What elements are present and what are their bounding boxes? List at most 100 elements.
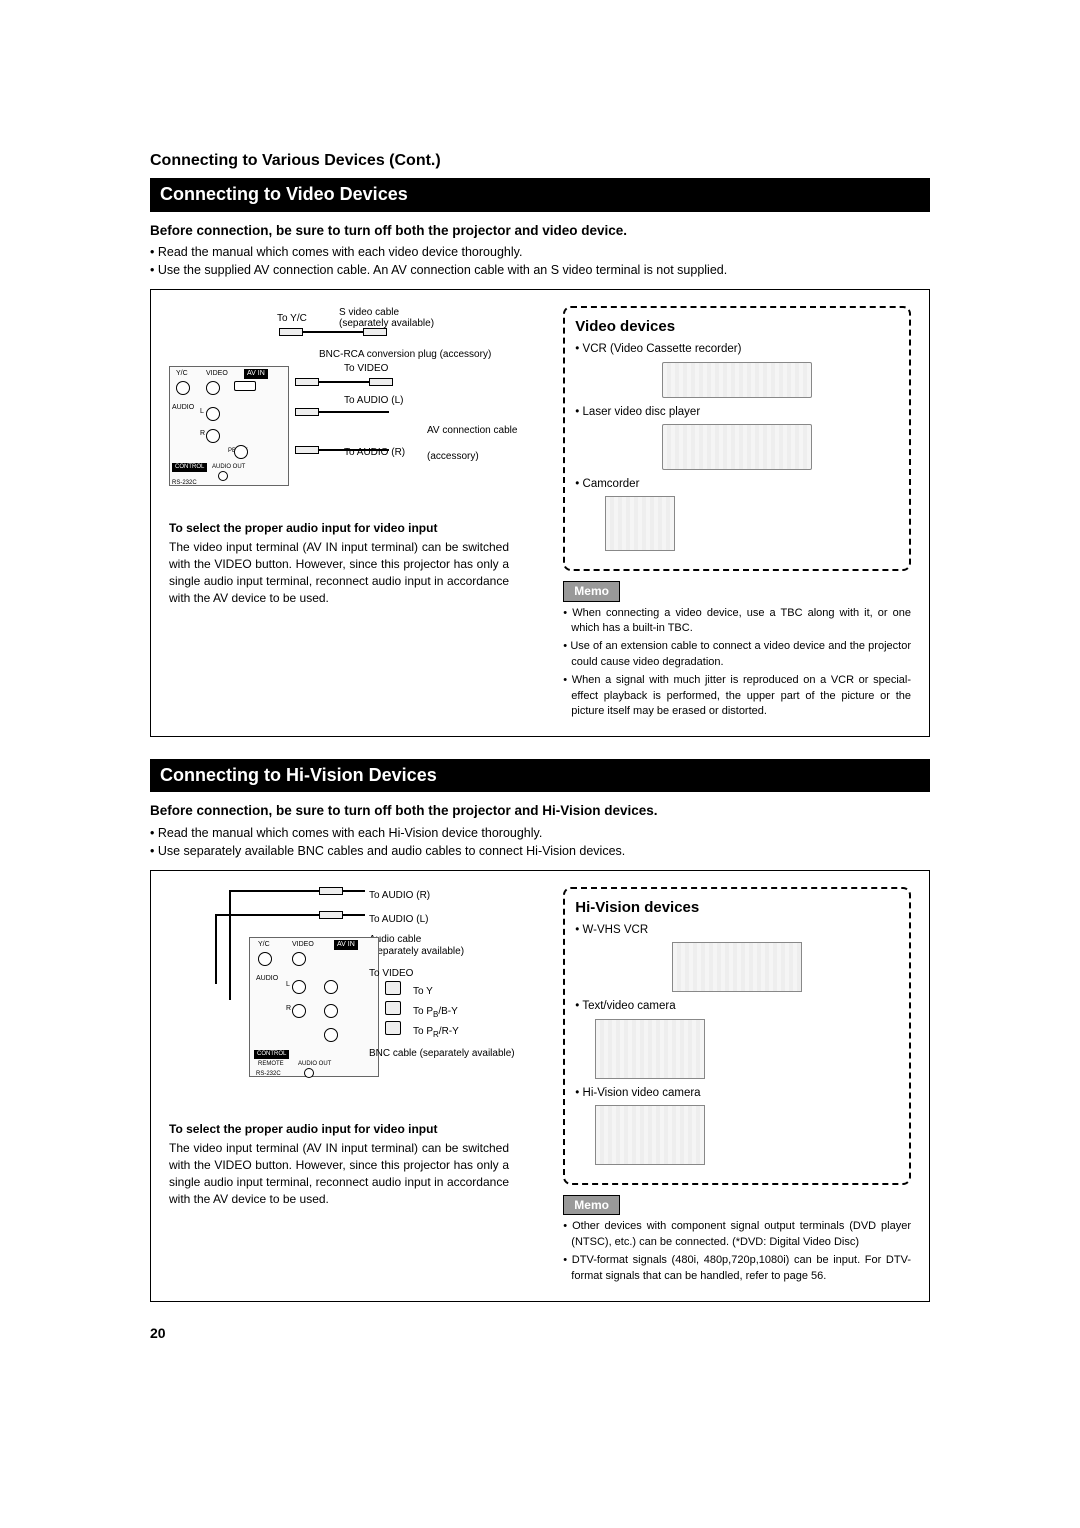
page-subtitle: Connecting to Various Devices (Cont.) [150,150,930,172]
memo-item: Use of an extension cable to connect a v… [563,639,911,670]
panel-label: R [200,429,205,439]
select-body: The video input terminal (AV IN input te… [169,540,509,604]
vcr-illustration [662,362,812,398]
panel-label: CONTROL [254,1050,289,1058]
jack-icon [206,429,220,443]
jack-icon [206,381,220,395]
label-bnc-rca: BNC-RCA conversion plug (accessory) [319,348,491,362]
device-item: W-VHS VCR [575,922,899,938]
jack-icon [176,381,190,395]
label-to-pr: To PR/R-Y [413,1025,459,1040]
cable-icon [303,331,363,333]
hivision-devices-title: Hi-Vision devices [575,897,899,918]
select-audio-block: To select the proper audio input for vid… [169,1121,509,1207]
device-item: Hi-Vision video camera [575,1085,899,1101]
section-video-warning: Before connection, be sure to turn off b… [150,222,930,241]
section-video-bullets: Read the manual which comes with each vi… [150,244,930,279]
label-to-video: To VIDEO [344,362,388,376]
select-audio-block: To select the proper audio input for vid… [169,520,509,606]
plug-icon [295,446,319,454]
panel-label: AUDIO [172,403,194,413]
label-av-cable2: (accessory) [427,450,479,464]
jack-icon [304,1068,314,1078]
plug-icon [295,378,319,386]
panel-label: Y/C [176,369,188,379]
memo-item: Other devices with component signal outp… [563,1219,911,1250]
projector-panel: Y/C VIDEO AV IN AUDIO L R PB/B-Y CONTROL… [169,366,289,486]
hivision-connection-diagram: To AUDIO (R) To AUDIO (L) Audio cable (s… [169,887,553,1107]
camcorder-illustration [605,496,675,551]
plug-icon [369,378,393,386]
cable-icon [215,914,319,916]
bullet-item: Read the manual which comes with each vi… [150,244,930,262]
memo-list: Other devices with component signal outp… [563,1219,911,1284]
jack-icon [234,445,248,459]
device-item: VCR (Video Cassette recorder) [575,341,899,357]
hivision-devices-box: Hi-Vision devices W-VHS VCR Text/video c… [563,887,911,1184]
device-item: Text/video camera [575,998,899,1014]
jack-icon [292,1004,306,1018]
section-video-heading: Connecting to Video Devices [150,178,930,211]
memo-label: Memo [563,581,620,602]
jack-icon [324,1028,338,1042]
cable-icon [343,914,365,916]
label-av-cable: AV connection cable [427,424,517,438]
plug-icon [319,911,343,919]
memo-list: When connecting a video device, use a TB… [563,606,911,720]
select-title: To select the proper audio input for vid… [169,1121,509,1138]
textvideo-illustration [595,1019,705,1079]
panel-label: AUDIO [256,974,278,984]
cable-icon [319,411,389,413]
label-to-video: To VIDEO [369,967,413,981]
section-hivision-heading: Connecting to Hi-Vision Devices [150,759,930,792]
bullet-item: Read the manual which comes with each Hi… [150,825,930,843]
section-hivision-warning: Before connection, be sure to turn off b… [150,802,930,821]
label-audio-cable-sub: (separately available) [369,945,464,959]
jack-icon [292,980,306,994]
panel-label: CONTROL [172,463,207,471]
select-body: The video input terminal (AV IN input te… [169,1141,509,1205]
cable-icon [229,890,231,1000]
device-item: Camcorder [575,476,899,492]
device-item: Laser video disc player [575,404,899,420]
panel-label: VIDEO [206,369,228,379]
memo-label: Memo [563,1195,620,1216]
jack-icon [292,952,306,966]
hivision-cam-illustration [595,1105,705,1165]
panel-label: Y/C [258,940,270,950]
page-number: 20 [150,1324,930,1344]
plug-icon [319,887,343,895]
cable-icon [343,890,365,892]
panel-label: RS-232C [256,1070,281,1078]
jack-icon [324,1004,338,1018]
video-diagram-frame: To Y/C S video cable (separately availab… [150,289,930,737]
video-connection-diagram: To Y/C S video cable (separately availab… [169,306,553,506]
panel-label: R [286,1004,291,1014]
jack-icon [234,381,256,391]
panel-label: VIDEO [292,940,314,950]
bnc-plug-icon [385,981,401,995]
section-hivision-bullets: Read the manual which comes with each Hi… [150,825,930,860]
hivision-diagram-frame: To AUDIO (R) To AUDIO (L) Audio cable (s… [150,870,930,1302]
memo-item: When connecting a video device, use a TB… [563,606,911,637]
label-to-audio-r: To AUDIO (R) [369,889,430,903]
panel-label: REMOTE [258,1060,284,1068]
label-to-audio-l: To AUDIO (L) [369,913,428,927]
jack-icon [324,980,338,994]
memo-item: When a signal with much jitter is reprod… [563,673,911,719]
plug-icon [295,408,319,416]
jack-icon [218,471,228,481]
panel-label: AV IN [244,369,268,379]
cable-icon [319,381,369,383]
wvhs-illustration [672,942,802,992]
label-to-pb: To PB/B-Y [413,1005,458,1020]
label-to-y: To Y [413,985,433,999]
cable-icon [319,449,389,451]
bnc-plug-icon [385,1021,401,1035]
label-bnc-cable: BNC cable (separately available) [369,1047,515,1061]
video-devices-box: Video devices VCR (Video Cassette record… [563,306,911,570]
label-to-audio-l: To AUDIO (L) [344,394,403,408]
projector-panel: Y/C VIDEO AV IN AUDIO L R CONTROL REMOTE… [249,937,379,1077]
panel-label: L [286,980,290,990]
memo-item: DTV-format signals (480i, 480p,720p,1080… [563,1253,911,1284]
